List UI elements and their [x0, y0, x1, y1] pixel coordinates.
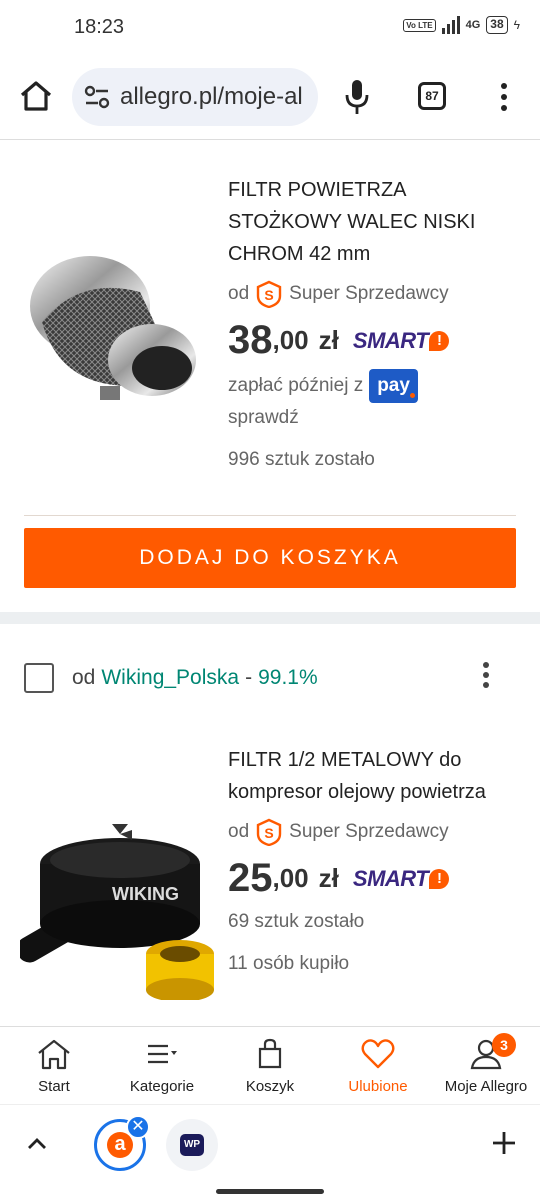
smart-badge: SMART!	[352, 865, 450, 892]
smart-exclamation-icon: !	[429, 330, 450, 351]
section-separator	[0, 612, 540, 624]
price-decimal: ,00	[272, 863, 309, 893]
status-bar: 18:23 Vo LTE 4G 38 ϟ	[0, 0, 540, 56]
status-time: 18:23	[74, 16, 125, 38]
seller-prefix: od	[72, 666, 96, 689]
check-link[interactable]: sprawdź	[228, 403, 518, 433]
nav-label: Moje Allegro	[444, 1078, 528, 1095]
smart-label: SMART	[352, 865, 429, 891]
nav-label: Start	[38, 1078, 70, 1095]
price-row: 25 ,00 zł SMART!	[228, 856, 518, 901]
seller-badge-row: od S Super Sprzedawcy	[228, 818, 518, 846]
heart-icon	[361, 1039, 395, 1069]
notification-badge: 3	[492, 1033, 516, 1057]
super-seller-label: Super Sprzedawcy	[289, 283, 449, 304]
pay-logo: pay	[369, 369, 418, 403]
cart-icon	[258, 1038, 282, 1069]
super-seller-icon: S	[256, 280, 282, 308]
nav-ulubione[interactable]: Ulubione	[324, 1027, 432, 1104]
svg-text:S: S	[264, 825, 273, 841]
pay-later-row: zapłać później z pay	[228, 369, 518, 403]
browser-toolbar: allegro.pl/moje-al 87	[0, 56, 540, 140]
seller-name-link[interactable]: Wiking_Polska	[101, 666, 239, 690]
nav-label: Koszyk	[245, 1078, 295, 1095]
bought-count: 11 osób kupiło	[228, 953, 350, 974]
product-info: FILTR POWIETRZA STOŻKOWY WALEC NISKI CHR…	[228, 174, 518, 475]
product-image-compressor-filter[interactable]: WIKING	[20, 804, 216, 1000]
bottom-navigation: Start Kategorie Koszyk Ulubione 3 Moje A…	[0, 1026, 540, 1104]
pay-later-text: zapłać później z	[228, 375, 364, 396]
mic-icon[interactable]	[344, 78, 370, 116]
add-to-cart-button[interactable]: DODAJ DO KOSZYKA	[24, 528, 516, 588]
nav-label: Ulubione	[348, 1078, 408, 1095]
network-type: 4G	[465, 19, 481, 31]
more-menu-icon[interactable]	[494, 80, 514, 114]
signal-icon	[441, 16, 460, 34]
smart-badge: SMART!	[352, 327, 450, 354]
seller-prefix: od	[228, 283, 250, 304]
new-tab-icon[interactable]	[490, 1129, 518, 1157]
charging-icon: ϟ	[513, 18, 520, 32]
price-currency: zł	[318, 863, 339, 893]
tab-strip: a ✕ WP	[0, 1104, 540, 1200]
nav-moje-allegro[interactable]: 3 Moje Allegro	[432, 1027, 540, 1104]
product-info: FILTR 1/2 METALOWY do kompresor olejowy …	[228, 744, 518, 979]
seller-group-header: od Wiking_Polska - 99.1%	[24, 658, 516, 698]
nav-start[interactable]: Start	[0, 1027, 108, 1104]
status-icons: Vo LTE 4G 38 ϟ	[403, 16, 520, 34]
product-image-cone-filter[interactable]	[20, 236, 216, 432]
wp-logo-icon: WP	[180, 1134, 204, 1156]
seller-more-icon[interactable]	[478, 658, 494, 698]
svg-text:S: S	[264, 287, 273, 303]
price-row: 38 ,00 zł SMART!	[228, 318, 518, 363]
super-seller-label: Super Sprzedawcy	[289, 821, 449, 842]
stock-left: 69 sztuk zostało	[228, 911, 365, 932]
address-bar[interactable]: allegro.pl/moje-al	[72, 68, 318, 126]
close-tab-icon[interactable]: ✕	[126, 1115, 150, 1139]
divider	[24, 515, 516, 516]
tab-wp[interactable]: WP	[166, 1119, 218, 1171]
nav-koszyk[interactable]: Koszyk	[216, 1027, 324, 1104]
categories-icon	[148, 1044, 177, 1064]
home-icon	[38, 1039, 70, 1070]
site-settings-icon[interactable]	[84, 85, 110, 109]
stock-left: 996 sztuk zostało	[228, 449, 375, 470]
seller-badge-row: od S Super Sprzedawcy	[228, 280, 518, 308]
product-title[interactable]: FILTR POWIETRZA STOŻKOWY WALEC NISKI CHR…	[228, 174, 518, 270]
chevron-up-icon[interactable]	[24, 1131, 50, 1157]
nav-label: Kategorie	[129, 1078, 195, 1095]
favorites-list[interactable]: FILTR POWIETRZA STOŻKOWY WALEC NISKI CHR…	[0, 140, 540, 1026]
volte-icon: Vo LTE	[403, 18, 436, 32]
home-icon[interactable]	[18, 78, 54, 114]
price-whole: 38	[228, 318, 273, 362]
nav-kategorie[interactable]: Kategorie	[108, 1027, 216, 1104]
tab-switcher-button[interactable]: 87	[418, 82, 446, 110]
price-whole: 25	[228, 856, 273, 900]
wiking-logo: WIKING	[112, 884, 179, 904]
price-currency: zł	[318, 325, 339, 355]
seller-rating: 99.1%	[258, 666, 318, 689]
super-seller-icon: S	[256, 818, 282, 846]
home-indicator	[216, 1189, 324, 1194]
seller-dash: -	[245, 666, 253, 689]
smart-label: SMART	[352, 327, 429, 353]
url-text: allegro.pl/moje-al	[120, 83, 303, 110]
price-decimal: ,00	[272, 325, 309, 355]
smart-exclamation-icon: !	[429, 868, 450, 889]
select-checkbox[interactable]	[24, 663, 54, 693]
battery-icon: 38	[486, 16, 508, 34]
seller-prefix: od	[228, 821, 250, 842]
product-title[interactable]: FILTR 1/2 METALOWY do kompresor olejowy …	[228, 744, 518, 808]
